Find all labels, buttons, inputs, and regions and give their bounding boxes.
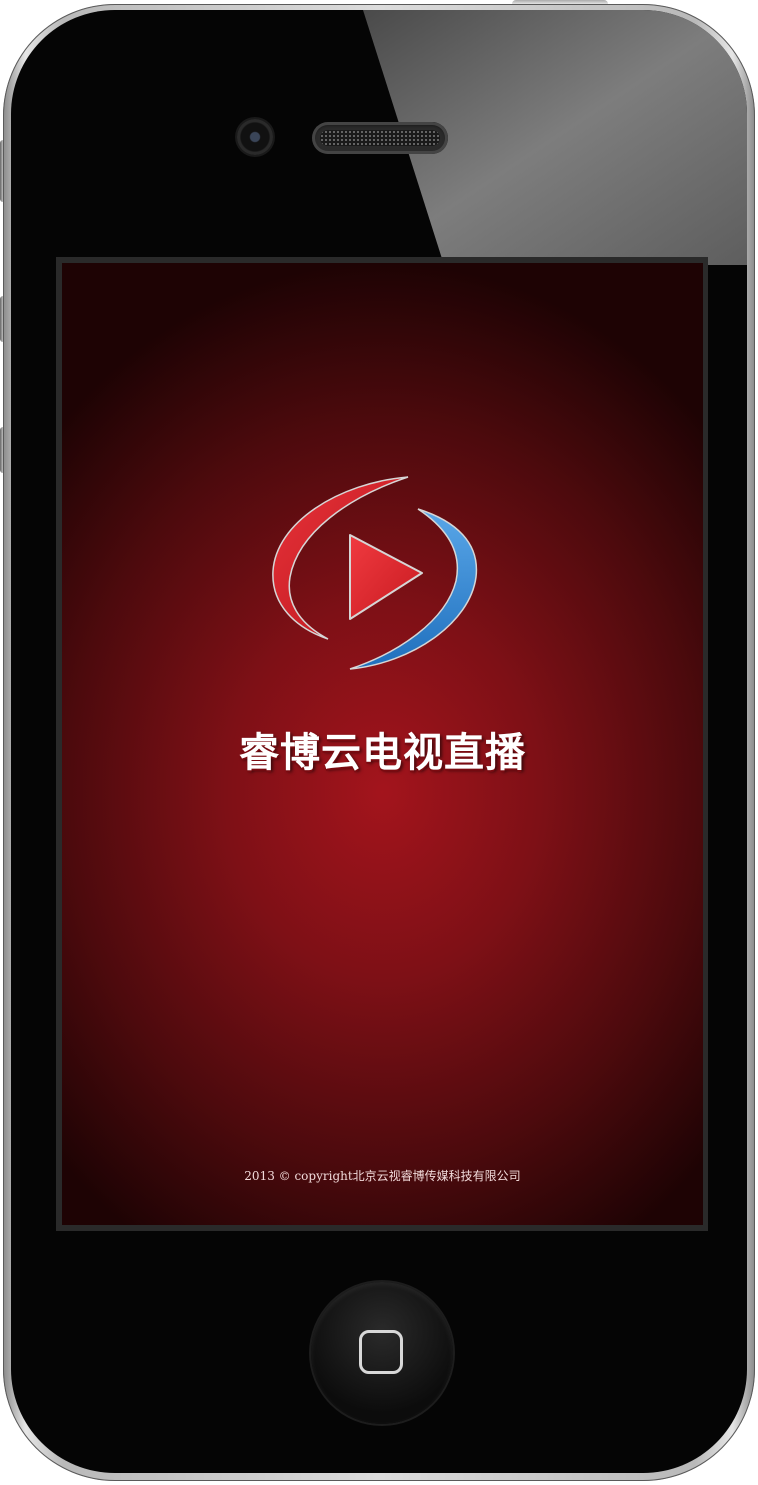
earpiece-speaker	[312, 122, 448, 154]
app-title: 睿博云电视直播	[239, 730, 526, 776]
app-splash-screen: 睿博云电视直播 2013 © copyright北京云视睿博传媒科技有限公司	[62, 263, 703, 1225]
device-mockup: 睿博云电视直播 2013 © copyright北京云视睿博传媒科技有限公司	[0, 0, 758, 1485]
front-camera	[237, 119, 273, 155]
speaker-mesh	[320, 130, 440, 146]
play-logo-icon	[268, 473, 488, 673]
copyright-text: 2013 © copyright北京云视睿博传媒科技有限公司	[244, 1169, 521, 1183]
home-button[interactable]	[311, 1282, 453, 1424]
home-square-icon	[359, 1330, 403, 1374]
